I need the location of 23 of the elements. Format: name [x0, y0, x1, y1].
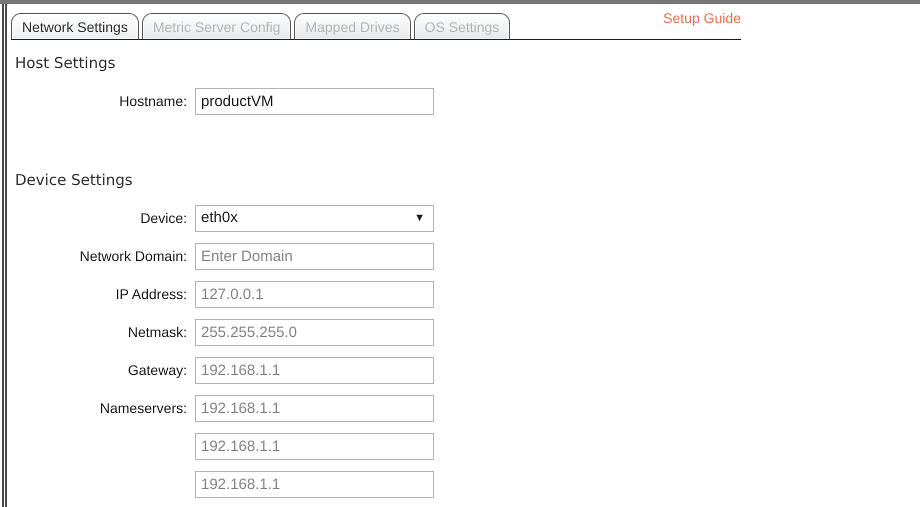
- section-heading: Host Settings: [15, 53, 116, 74]
- field-label: Device:: [140, 210, 187, 226]
- input-field[interactable]: Enter Domain: [195, 242, 434, 270]
- field-label: Nameservers:: [100, 400, 187, 416]
- input-field[interactable]: productVM: [195, 88, 434, 115]
- tab[interactable]: Mapped Drives: [294, 13, 411, 39]
- field-label: Gateway:: [128, 362, 187, 378]
- input-field[interactable]: 192.168.1.1: [195, 394, 434, 422]
- input-field[interactable]: 192.168.1.1: [195, 470, 434, 498]
- input-field[interactable]: 255.255.255.0: [195, 318, 434, 346]
- field-label: Netmask:: [128, 324, 187, 340]
- input-field[interactable]: 192.168.1.1: [195, 432, 434, 460]
- field-label: IP Address:: [116, 286, 187, 302]
- field-label: Hostname:: [119, 93, 187, 109]
- device-dropdown[interactable]: eth0x ▼: [195, 204, 434, 232]
- tab[interactable]: OS Settings: [414, 13, 510, 39]
- setup-guide-link[interactable]: Setup Guide: [663, 8, 741, 39]
- tab[interactable]: Metric Server Config: [142, 13, 292, 39]
- section-heading: Device Settings: [15, 170, 134, 190]
- tab[interactable]: Network Settings: [11, 13, 139, 39]
- input-field[interactable]: 127.0.0.1: [195, 280, 434, 308]
- field-label: Network Domain:: [80, 248, 187, 264]
- input-field[interactable]: 192.168.1.1: [195, 356, 434, 384]
